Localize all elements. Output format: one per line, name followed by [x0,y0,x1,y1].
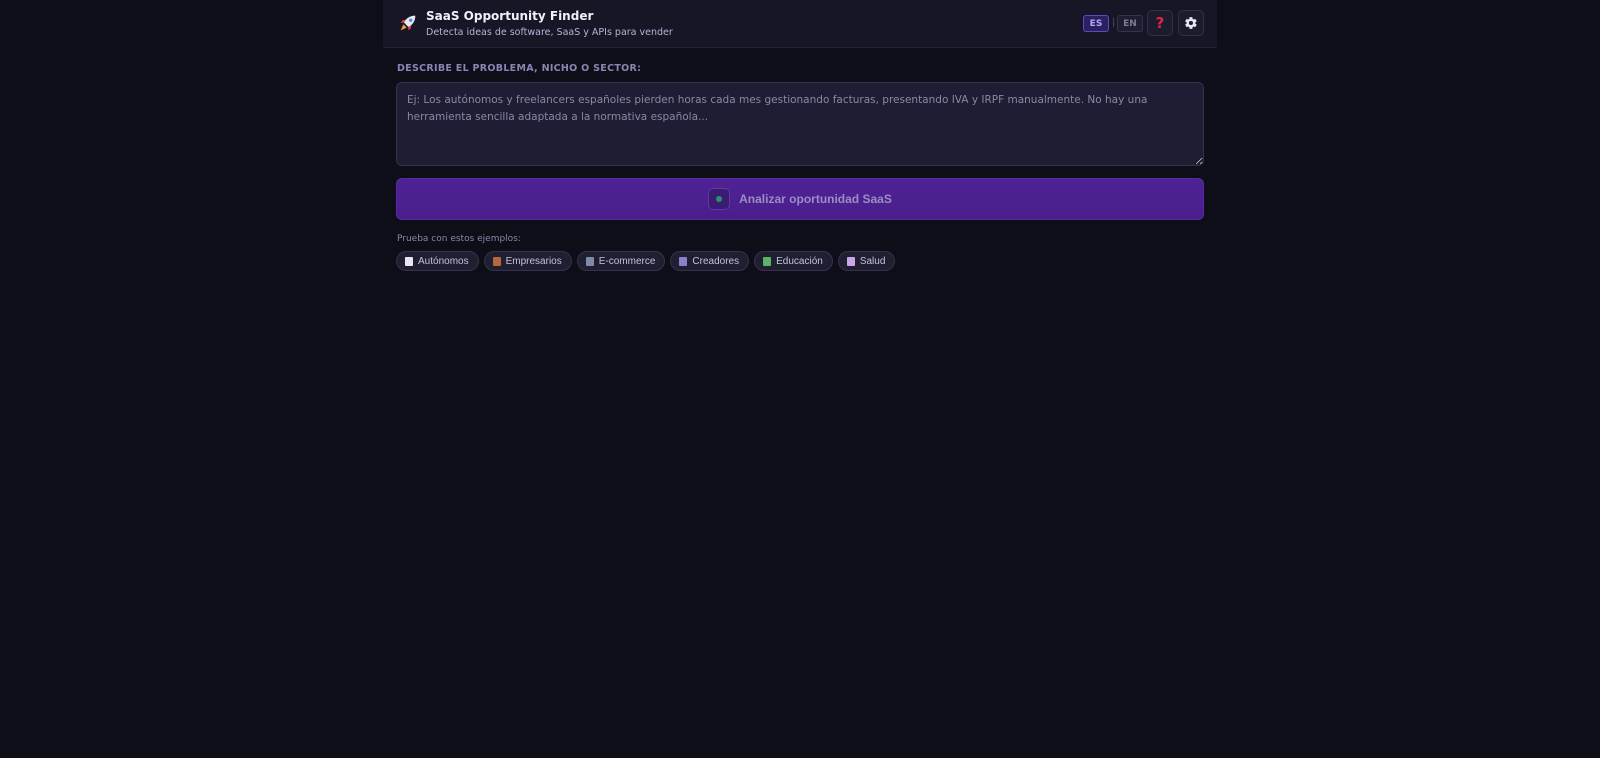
language-en-button[interactable]: EN [1117,15,1143,32]
example-chip-ecommerce[interactable]: E-commerce [576,251,666,271]
example-chip-empresarios[interactable]: Empresarios [483,251,572,271]
status-dot [716,196,723,202]
rocket-icon [400,15,416,31]
analyze-button-label: Analizar oportunidad SaaS [739,192,892,206]
examples-label: Prueba con estos ejemplos: [397,234,521,244]
help-button[interactable]: ? [1147,10,1173,36]
analyze-icon [708,188,731,210]
chip-label: E-commerce [598,255,656,267]
language-separator: | [1112,17,1116,28]
settings-button[interactable] [1178,10,1204,36]
app-subtitle: Detecta ideas de software, SaaS y APIs p… [426,27,673,38]
question-mark-icon: ? [1155,13,1165,32]
example-chip-autonomos[interactable]: Autónomos [396,251,479,271]
chip-label: Creadores [692,255,740,267]
cart-icon [585,256,594,266]
app-header: SaaS Opportunity Finder Detecta ideas de… [383,0,1217,48]
app-title: SaaS Opportunity Finder [426,9,594,23]
problem-field-label: DESCRIBE EL PROBLEMA, NICHO O SECTOR: [397,63,642,74]
example-chips: Autónomos Empresarios E-commerce Creador… [396,251,896,271]
app-container: SaaS Opportunity Finder Detecta ideas de… [383,0,1217,758]
clapperboard-icon [679,256,688,266]
chip-label: Salud [859,255,886,267]
briefcase-icon [492,256,501,266]
problem-textarea[interactable] [396,82,1204,166]
gear-icon [1185,17,1197,29]
chip-label: Autónomos [418,255,469,267]
receipt-icon [405,256,413,266]
chip-label: Educación [776,255,823,267]
analyze-button[interactable]: Analizar oportunidad SaaS [396,178,1204,220]
example-chip-salud[interactable]: Salud [837,251,896,271]
chip-label: Empresarios [505,255,562,267]
medical-icon [846,256,855,266]
books-icon [763,256,772,266]
example-chip-creadores[interactable]: Creadores [670,251,750,271]
language-es-button[interactable]: ES [1083,15,1109,32]
example-chip-educacion[interactable]: Educación [754,251,833,271]
